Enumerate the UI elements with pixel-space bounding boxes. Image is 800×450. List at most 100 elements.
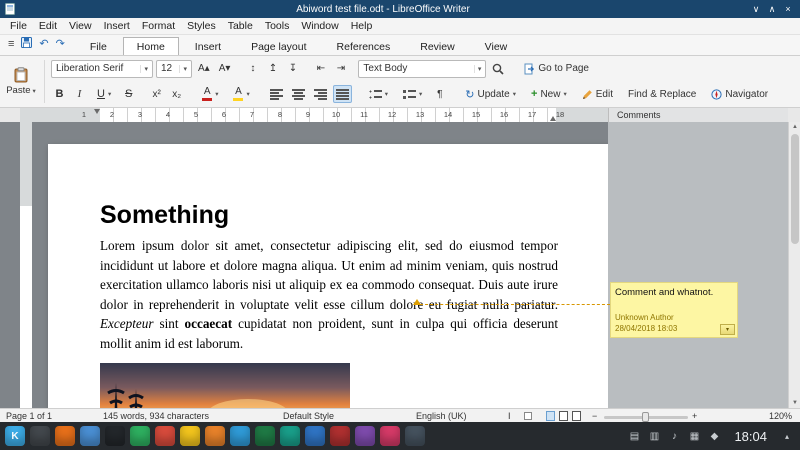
red-app-icon[interactable] bbox=[155, 426, 175, 446]
chevron-down-icon[interactable]: ▾ bbox=[108, 90, 111, 98]
titlebar[interactable]: Abiword test file.odt - LibreOffice Writ… bbox=[0, 0, 800, 18]
tab-references[interactable]: References bbox=[323, 37, 405, 55]
yellow-app-icon[interactable] bbox=[180, 426, 200, 446]
word-count[interactable]: 145 words, 934 characters bbox=[103, 411, 209, 421]
bullet-list-button[interactable]: ▾ bbox=[363, 85, 394, 103]
multi-page-view-icon[interactable] bbox=[559, 411, 568, 421]
update-button[interactable]: ↻Update▾ bbox=[459, 85, 522, 103]
clipboard-icon[interactable]: ▤ bbox=[626, 428, 642, 444]
dark-green-app-icon[interactable] bbox=[255, 426, 275, 446]
scroll-up-icon[interactable]: ▲ bbox=[789, 124, 800, 130]
menu-format[interactable]: Format bbox=[136, 19, 181, 33]
page-count[interactable]: Page 1 of 1 bbox=[6, 411, 52, 421]
tab-insert[interactable]: Insert bbox=[181, 37, 235, 55]
zoom-out-icon[interactable]: − bbox=[592, 411, 597, 421]
zoom-slider[interactable] bbox=[604, 416, 688, 419]
text-language[interactable]: English (UK) bbox=[416, 411, 467, 421]
save-icon[interactable] bbox=[21, 37, 32, 51]
justify-button[interactable] bbox=[333, 85, 352, 103]
paragraph-style-combo[interactable]: Text Body▾ bbox=[358, 60, 486, 78]
paste-dropdown-icon[interactable]: ▾ bbox=[33, 87, 36, 95]
menu-tools[interactable]: Tools bbox=[259, 19, 296, 33]
tab-review[interactable]: Review bbox=[406, 37, 468, 55]
minimize-button[interactable]: ∨ bbox=[748, 4, 764, 15]
align-center-button[interactable] bbox=[289, 85, 308, 103]
space-above-icon[interactable]: ↥ bbox=[264, 60, 281, 78]
comments-header-button[interactable]: Comments bbox=[608, 108, 788, 122]
document-canvas[interactable]: Something Lorem ipsum dolor sit amet, co… bbox=[0, 122, 800, 408]
align-right-button[interactable] bbox=[311, 85, 330, 103]
volume-icon[interactable]: ♪ bbox=[666, 428, 682, 444]
zoom-level[interactable]: 120% bbox=[769, 411, 792, 421]
document-page[interactable]: Something Lorem ipsum dolor sit amet, co… bbox=[48, 144, 608, 408]
tab-home[interactable]: Home bbox=[123, 37, 179, 55]
book-view-icon[interactable] bbox=[572, 411, 581, 421]
menu-edit[interactable]: Edit bbox=[33, 19, 63, 33]
navigator-button[interactable]: Navigator bbox=[705, 85, 774, 103]
telegram-icon[interactable] bbox=[230, 426, 250, 446]
kde-launcher-icon[interactable]: K bbox=[5, 426, 25, 446]
menu-window[interactable]: Window bbox=[295, 19, 344, 33]
konsole-icon[interactable] bbox=[105, 426, 125, 446]
modified-status-icon[interactable] bbox=[524, 412, 532, 420]
font-color-button[interactable]: A▾ bbox=[196, 85, 224, 103]
selection-mode-icon[interactable]: I bbox=[508, 411, 511, 421]
strikethrough-button[interactable]: S bbox=[120, 85, 137, 103]
green-app-icon[interactable] bbox=[130, 426, 150, 446]
chevron-down-icon[interactable]: ▾ bbox=[513, 90, 516, 98]
taskbar-clock[interactable]: 18:04 bbox=[728, 429, 773, 444]
virtual-desktops-icon[interactable] bbox=[30, 426, 50, 446]
line-spacing-icon[interactable]: ↕ bbox=[244, 60, 261, 78]
display-icon[interactable]: ▥ bbox=[646, 428, 662, 444]
numbered-list-button[interactable]: ▾ bbox=[397, 85, 428, 103]
firefox-icon[interactable] bbox=[55, 426, 75, 446]
decrease-indent-icon[interactable]: ⇤ bbox=[312, 60, 329, 78]
font-size-combo[interactable]: 12▾ bbox=[156, 60, 192, 78]
close-button[interactable]: × bbox=[780, 4, 796, 14]
zoom-in-icon[interactable]: + bbox=[692, 411, 697, 421]
edit-button[interactable]: Edit bbox=[576, 85, 619, 103]
flame-app-icon[interactable] bbox=[205, 426, 225, 446]
paste-button[interactable]: Paste▾ bbox=[0, 56, 42, 107]
font-name-combo[interactable]: Liberation Serif▾ bbox=[51, 60, 153, 78]
zoom-slider-thumb[interactable] bbox=[642, 412, 649, 422]
undo-icon[interactable]: ↶ bbox=[39, 39, 48, 50]
blue-app-icon[interactable] bbox=[305, 426, 325, 446]
menu-help[interactable]: Help bbox=[345, 19, 379, 33]
find-replace-button[interactable]: Find & Replace bbox=[622, 85, 702, 103]
menu-file[interactable]: File bbox=[4, 19, 33, 33]
notifications-icon[interactable]: ◆ bbox=[706, 428, 722, 444]
redo-icon[interactable]: ↷ bbox=[56, 39, 65, 50]
vertical-ruler[interactable] bbox=[20, 122, 32, 408]
bold-button[interactable]: B bbox=[51, 85, 68, 103]
highlight-color-button[interactable]: A▾ bbox=[227, 85, 255, 103]
pink-app-icon[interactable] bbox=[380, 426, 400, 446]
space-below-icon[interactable]: ↧ bbox=[284, 60, 301, 78]
chromium-icon[interactable] bbox=[80, 426, 100, 446]
single-page-view-icon[interactable] bbox=[546, 411, 555, 421]
shrink-font-icon[interactable]: A▾ bbox=[216, 60, 234, 78]
panel-expander-icon[interactable]: ▴ bbox=[779, 432, 795, 441]
maximize-button[interactable]: ∧ bbox=[764, 4, 780, 15]
chevron-down-icon[interactable]: ▾ bbox=[140, 65, 148, 73]
maroon-app-icon[interactable] bbox=[330, 426, 350, 446]
menu-insert[interactable]: Insert bbox=[98, 19, 136, 33]
purple-app-icon[interactable] bbox=[355, 426, 375, 446]
teal-app-icon[interactable] bbox=[280, 426, 300, 446]
chevron-down-icon[interactable]: ▾ bbox=[474, 65, 482, 73]
horizontal-ruler[interactable]: 123456789101112131415161718 bbox=[20, 108, 608, 122]
right-indent-marker[interactable] bbox=[550, 116, 556, 121]
align-left-button[interactable] bbox=[267, 85, 286, 103]
scroll-down-icon[interactable]: ▼ bbox=[789, 400, 800, 406]
new-document-button[interactable]: +New▾ bbox=[525, 85, 573, 103]
vertical-scrollbar[interactable]: ▲ ▼ bbox=[788, 122, 800, 408]
chevron-down-icon[interactable]: ▾ bbox=[246, 90, 249, 98]
comment[interactable]: Comment and whatnot. Unknown Author 28/0… bbox=[610, 282, 738, 338]
chevron-down-icon[interactable]: ▾ bbox=[179, 65, 187, 73]
menu-table[interactable]: Table bbox=[222, 19, 259, 33]
slate-app-icon[interactable] bbox=[405, 426, 425, 446]
grow-font-icon[interactable]: A▴ bbox=[195, 60, 213, 78]
chevron-down-icon[interactable]: ▾ bbox=[215, 90, 218, 98]
italic-button[interactable]: I bbox=[71, 85, 88, 103]
tab-file[interactable]: File bbox=[76, 37, 121, 55]
